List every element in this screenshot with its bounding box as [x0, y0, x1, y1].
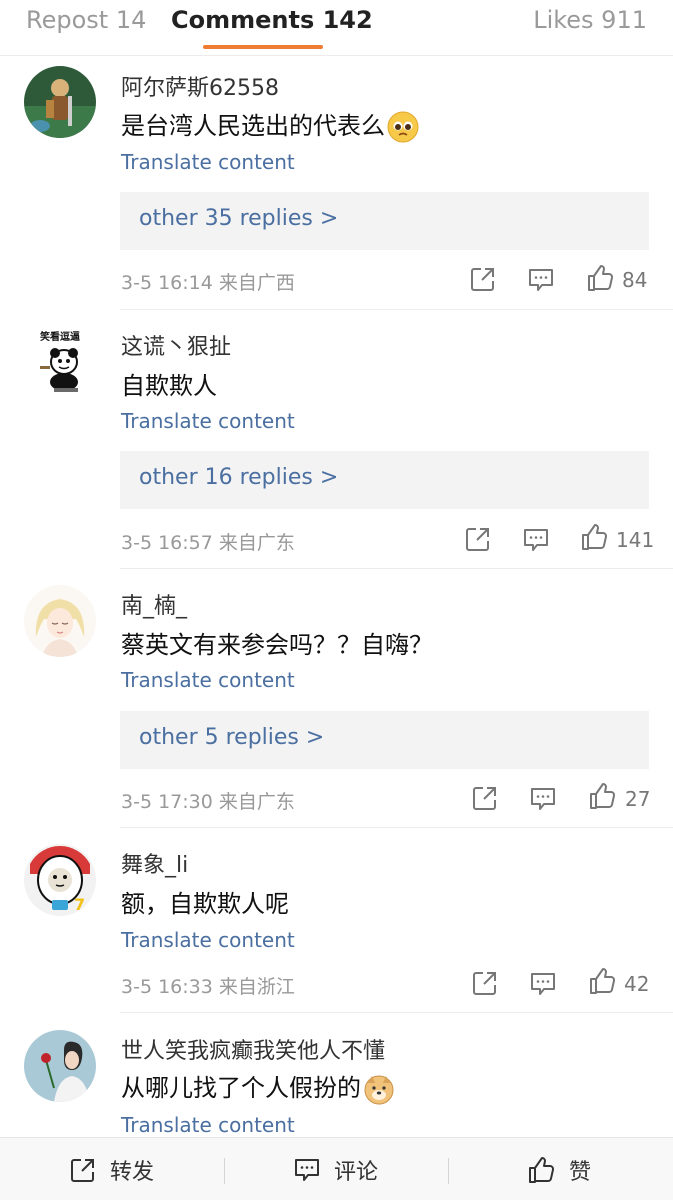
comment-text: 是台湾人民选出的代表么 — [121, 106, 419, 143]
repost-icon[interactable] — [472, 970, 498, 996]
comment-icon[interactable] — [523, 527, 549, 553]
comment-divider — [120, 309, 673, 310]
like-thumb-icon[interactable] — [588, 967, 616, 995]
replies-link[interactable]: other 5 replies > — [139, 725, 324, 750]
comments-page: Repost 14 Comments 142 Likes 911 阿尔萨斯625… — [0, 0, 673, 1200]
replies-box[interactable]: other 35 replies > — [120, 192, 649, 250]
comment-button[interactable]: 评论 — [294, 1138, 378, 1200]
like-button-label: 赞 — [569, 1159, 592, 1185]
comment-icon[interactable] — [530, 786, 556, 812]
tab-likes[interactable]: Likes 911 — [533, 6, 647, 34]
pleading-face-emoji-icon — [387, 111, 419, 143]
avatar[interactable] — [24, 1030, 96, 1102]
doge-emoji-icon — [363, 1073, 395, 1105]
comment-text: 从哪儿找了个人假扮的 — [121, 1068, 395, 1105]
like-count: 84 — [622, 268, 648, 292]
comment-icon[interactable] — [530, 971, 556, 997]
translate-link[interactable]: Translate content — [121, 1113, 295, 1137]
bottom-action-bar: 转发 评论 赞 — [0, 1137, 673, 1200]
tab-repost[interactable]: Repost 14 — [26, 6, 146, 34]
translate-link[interactable]: Translate content — [121, 668, 295, 692]
avatar[interactable]: 7 — [24, 844, 96, 916]
repost-icon[interactable] — [465, 526, 491, 552]
comment-icon — [295, 1158, 319, 1181]
comment-divider — [120, 827, 673, 828]
comment-username[interactable]: 舞象_li — [121, 847, 188, 879]
avatar[interactable] — [24, 66, 96, 138]
like-button[interactable]: 赞 — [527, 1138, 591, 1200]
comment-divider — [120, 568, 673, 569]
repost-icon[interactable] — [470, 266, 496, 292]
avatar[interactable] — [24, 585, 96, 657]
avatar-caption: 笑看逗逼 — [40, 330, 80, 343]
replies-box[interactable]: other 5 replies > — [120, 711, 649, 769]
tab-bar: Repost 14 Comments 142 Likes 911 — [0, 0, 673, 56]
comment-button-label: 评论 — [334, 1159, 379, 1185]
repost-button-label: 转发 — [110, 1159, 155, 1185]
bottom-bar-separator — [448, 1158, 449, 1184]
bottom-bar-separator — [224, 1158, 225, 1184]
comment-text: 蔡英文有来参会吗？？自嗨？ — [121, 631, 433, 659]
translate-link[interactable]: Translate content — [121, 409, 295, 433]
repost-icon — [71, 1158, 94, 1182]
translate-link[interactable]: Translate content — [121, 928, 295, 952]
comment-text-content: 从哪儿找了个人假扮的 — [121, 1074, 361, 1102]
comment-text-content: 是台湾人民选出的代表么 — [121, 112, 385, 140]
comment-meta: 3-5 16:57 来自广东 — [121, 532, 295, 554]
like-count: 42 — [624, 972, 650, 996]
avatar[interactable]: 笑看逗逼 — [24, 326, 96, 398]
comment-text: 额，自欺欺人呢 — [121, 890, 289, 918]
like-thumb-icon — [529, 1156, 555, 1183]
comment-meta: 3-5 16:33 来自浙江 — [121, 976, 295, 998]
replies-link[interactable]: other 35 replies > — [139, 206, 338, 231]
repost-button[interactable]: 转发 — [70, 1138, 154, 1200]
repost-icon[interactable] — [472, 785, 498, 811]
comment-meta: 3-5 17:30 来自广东 — [121, 791, 295, 813]
active-tab-indicator — [203, 45, 323, 49]
comment-username[interactable]: 南_楠_ — [121, 588, 187, 620]
svg-text:7: 7 — [74, 895, 85, 914]
tab-comments[interactable]: Comments 142 — [171, 6, 373, 34]
comment-text: 自欺欺人 — [121, 372, 217, 400]
comment-icon[interactable] — [528, 267, 554, 293]
replies-box[interactable]: other 16 replies > — [120, 451, 649, 509]
comment-meta: 3-5 16:14 来自广西 — [121, 272, 295, 294]
like-count: 141 — [616, 528, 655, 552]
like-count: 27 — [625, 787, 651, 811]
replies-link[interactable]: other 16 replies > — [139, 465, 338, 490]
comment-divider — [120, 1012, 673, 1013]
translate-link[interactable]: Translate content — [121, 150, 295, 174]
comment-username[interactable]: 这谎丶狠扯 — [121, 329, 231, 361]
like-thumb-icon[interactable] — [586, 264, 614, 292]
comment-username[interactable]: 阿尔萨斯62558 — [121, 70, 279, 102]
comment-username[interactable]: 世人笑我疯癫我笑他人不懂 — [121, 1033, 385, 1065]
like-thumb-icon[interactable] — [580, 523, 608, 551]
like-thumb-icon[interactable] — [588, 782, 616, 810]
